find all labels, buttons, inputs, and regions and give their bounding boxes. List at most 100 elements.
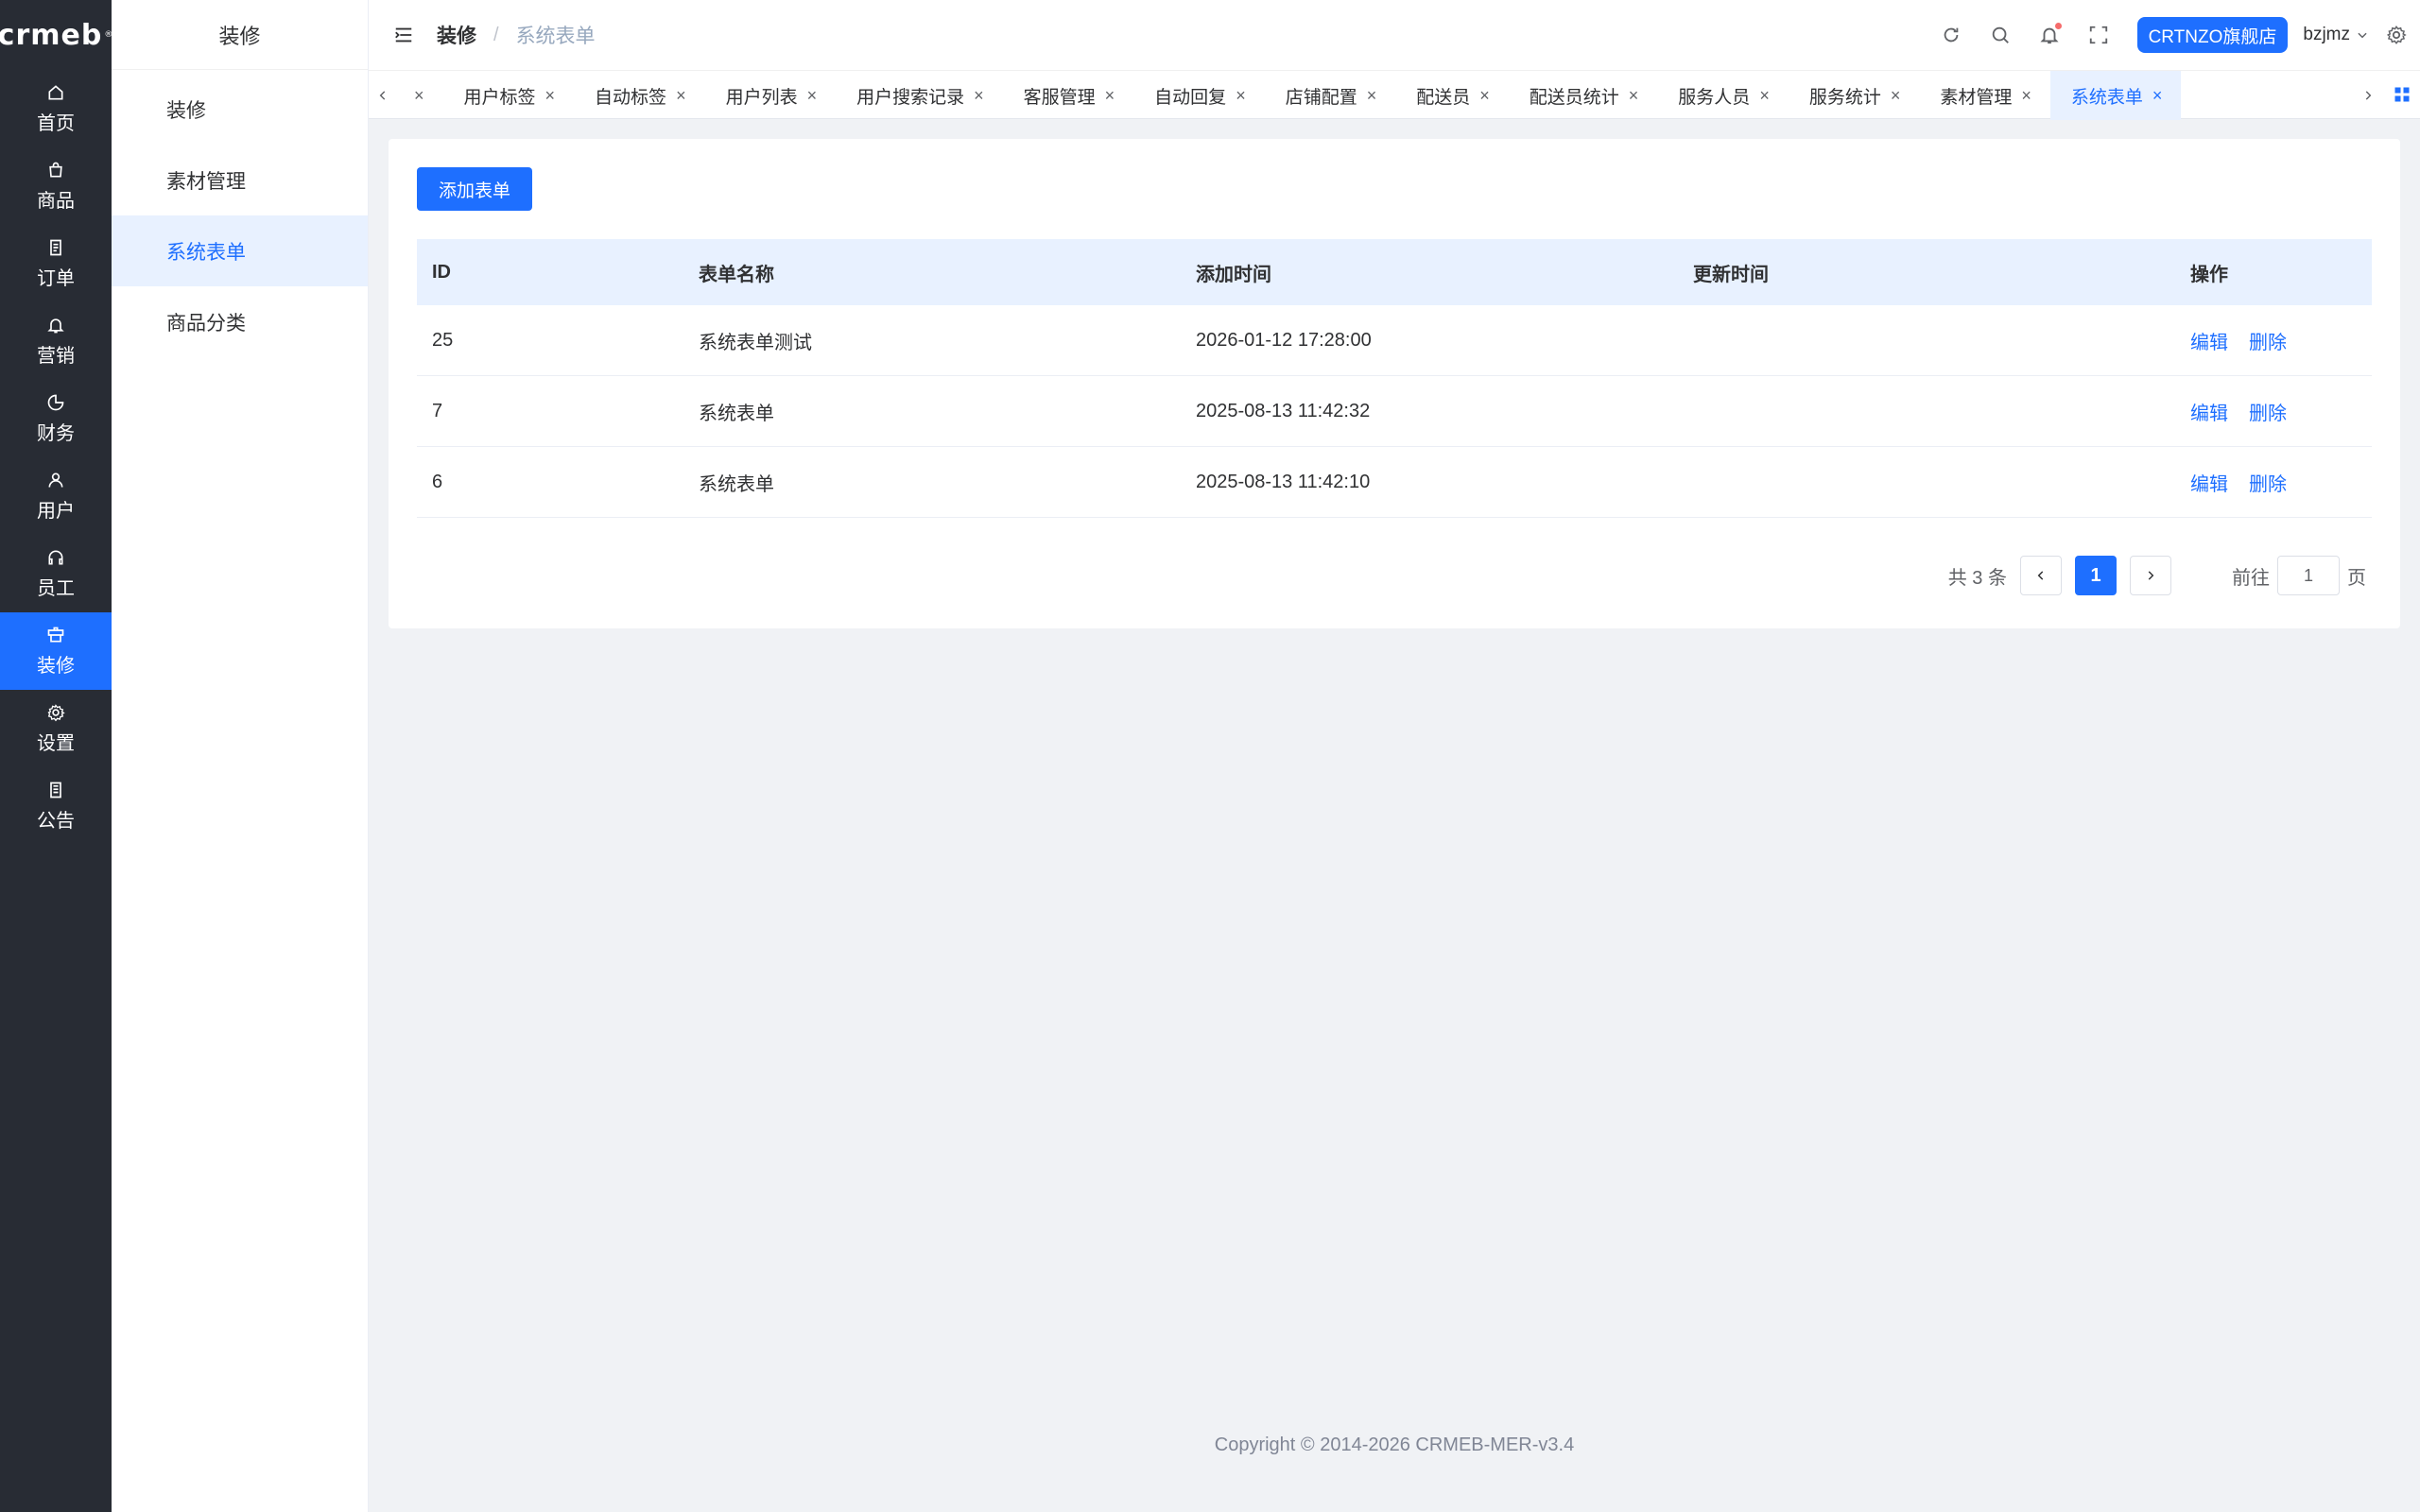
search-icon[interactable] (1990, 25, 2011, 45)
tabs-scroll-right-icon[interactable] (2354, 71, 2382, 120)
nav-item-6[interactable]: 员工 (0, 535, 112, 612)
logo[interactable]: crmeb ® (0, 0, 112, 70)
user-icon (48, 472, 63, 488)
tab-label: 配送员 (1416, 87, 1471, 108)
tab-13[interactable]: 系统表单 × (2049, 71, 2182, 120)
nav-item-label: 设置 (37, 732, 75, 754)
edit-link[interactable]: 编辑 (2190, 333, 2228, 353)
nav-item-8[interactable]: 设置 (0, 690, 112, 767)
subnav-title: 装修 (112, 0, 368, 70)
tab-6[interactable]: 自动回复 × (1133, 71, 1265, 120)
tabs-scroll-left-icon[interactable] (369, 71, 397, 120)
nav-item-label: 营销 (37, 345, 75, 367)
tab-5[interactable]: 客服管理 × (1003, 71, 1134, 120)
nav-item-9[interactable]: 公告 (0, 767, 112, 845)
cell-created: 2026-01-12 17:28:00 (1196, 329, 1372, 351)
nav-item-3[interactable]: 营销 (0, 302, 112, 380)
tab-label: 服务人员 (1678, 87, 1751, 108)
tab-12[interactable]: 素材管理 × (1919, 71, 2050, 120)
tab-2[interactable]: 自动标签 × (574, 71, 705, 120)
tab-8[interactable]: 配送员 × (1395, 71, 1509, 120)
close-icon[interactable]: × (545, 86, 556, 106)
settings-gear-icon[interactable] (2386, 25, 2407, 45)
bag-icon (49, 162, 62, 177)
subnav-item-0[interactable]: 装修 (112, 74, 368, 145)
tab-label: 自动标签 (595, 87, 667, 108)
notice-icon (50, 782, 61, 798)
tab-10[interactable]: 服务人员 × (1657, 71, 1789, 120)
gear-icon (47, 703, 65, 721)
page-suffix: 页 (2347, 567, 2366, 589)
store-switch-button[interactable]: CRTNZO旗舰店 (2136, 17, 2289, 53)
tab-0[interactable]: × (399, 71, 443, 120)
nav-item-0[interactable]: 首页 (0, 70, 112, 147)
page-number-current[interactable]: 1 (2075, 556, 2117, 595)
menu-toggle-icon[interactable] (393, 25, 414, 45)
tab-4[interactable]: 用户搜索记录 × (836, 71, 1003, 120)
delete-link[interactable]: 删除 (2249, 333, 2287, 353)
goto-page-input[interactable] (2277, 556, 2340, 595)
chevron-down-icon (2358, 32, 2367, 39)
top-header: 装修 / 系统表单 CRTNZO旗舰店 bzjmz (369, 0, 2420, 70)
tab-3[interactable]: 用户列表 × (705, 71, 837, 120)
cell-id: 25 (432, 329, 454, 351)
close-icon[interactable]: × (1367, 86, 1377, 106)
close-icon[interactable]: × (2152, 86, 2163, 106)
cell-name: 系统表单测试 (699, 332, 812, 353)
breadcrumb-parent[interactable]: 装修 (437, 21, 476, 49)
subnav-item-2[interactable]: 系统表单 (112, 215, 368, 286)
pagination-total: 共 3 条 (1947, 567, 2007, 589)
close-icon[interactable]: × (1479, 86, 1490, 106)
notification-dot (2054, 23, 2062, 29)
delete-link[interactable]: 删除 (2249, 404, 2287, 424)
add-form-button[interactable]: 添加表单 (417, 167, 533, 211)
chevron-right-icon (2148, 571, 2154, 580)
nav-item-label: 用户 (37, 500, 75, 522)
close-icon[interactable]: × (414, 86, 424, 106)
nav-item-2[interactable]: 订单 (0, 225, 112, 302)
footer-copyright: Copyright © 2014-2026 CRMEB-MER-v3.4 (1214, 1435, 1575, 1455)
next-page-button[interactable] (2130, 556, 2171, 595)
logo-text: crmeb (0, 18, 103, 52)
chevron-left-icon (2037, 571, 2044, 580)
nav-item-7[interactable]: 装修 (0, 612, 112, 690)
tab-label: 用户标签 (463, 87, 536, 108)
close-icon[interactable]: × (807, 86, 818, 106)
edit-link[interactable]: 编辑 (2190, 404, 2228, 424)
tab-9[interactable]: 配送员统计 × (1509, 71, 1658, 120)
pie-icon (47, 394, 64, 410)
order-icon (50, 239, 61, 255)
refresh-icon[interactable] (1941, 25, 1962, 45)
tab-11[interactable]: 服务统计 × (1789, 71, 1920, 120)
cell-actions: 编辑 删除 (2175, 469, 2372, 496)
nav-item-label: 订单 (37, 267, 75, 289)
nav-item-4[interactable]: 财务 (0, 380, 112, 457)
tab-label: 服务统计 (1808, 87, 1881, 108)
close-icon[interactable]: × (676, 86, 686, 106)
tab-label: 店铺配置 (1285, 87, 1357, 108)
secondary-sidebar: 装修 装修 素材管理 系统表单 商品分类 (112, 0, 369, 1512)
close-icon[interactable]: × (1629, 86, 1639, 106)
tab-1[interactable]: 用户标签 × (443, 71, 575, 120)
close-icon[interactable]: × (2021, 86, 2031, 106)
nav-item-5[interactable]: 用户 (0, 457, 112, 535)
edit-link[interactable]: 编辑 (2190, 474, 2228, 495)
nav-item-1[interactable]: 商品 (0, 147, 112, 225)
notification-bell-icon[interactable] (2039, 23, 2062, 45)
close-icon[interactable]: × (1891, 86, 1901, 106)
close-icon[interactable]: × (1236, 86, 1246, 106)
tabs-grid-icon[interactable] (2394, 86, 2411, 103)
tab-7[interactable]: 店铺配置 × (1265, 71, 1396, 120)
prev-page-button[interactable] (2020, 556, 2062, 595)
user-menu[interactable]: bzjmz (2303, 25, 2369, 45)
cell-actions: 编辑 删除 (2175, 327, 2372, 354)
home-icon (48, 84, 63, 99)
close-icon[interactable]: × (1759, 86, 1770, 106)
close-icon[interactable]: × (1105, 86, 1115, 106)
subnav-item-3[interactable]: 商品分类 (112, 286, 368, 357)
fullscreen-icon[interactable] (2088, 25, 2109, 45)
header-id: ID (432, 261, 451, 283)
subnav-item-1[interactable]: 素材管理 (112, 145, 368, 215)
delete-link[interactable]: 删除 (2249, 474, 2287, 495)
close-icon[interactable]: × (974, 86, 984, 106)
